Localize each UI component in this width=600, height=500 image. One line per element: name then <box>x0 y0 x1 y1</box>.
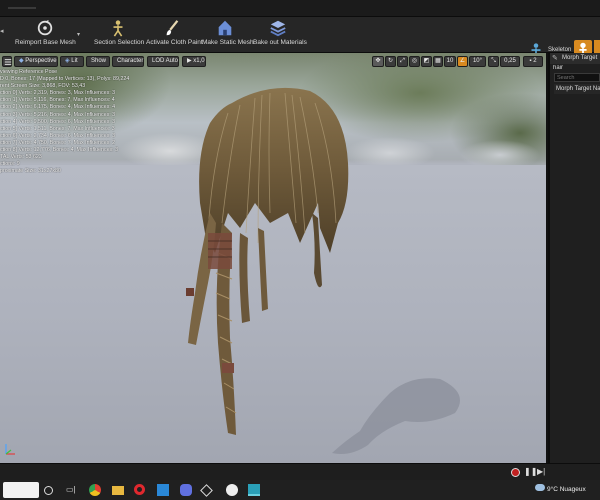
task-view-icon[interactable] <box>44 486 53 495</box>
weather-label[interactable]: 9°C Nuageux <box>547 483 586 497</box>
static-mesh-label: Make Static Mesh <box>202 39 254 46</box>
show-button[interactable]: Show <box>86 56 110 67</box>
lit-button[interactable]: ◈ Lit <box>60 56 84 67</box>
windows-taskbar: ▭| 9°C Nuageux <box>0 480 600 500</box>
viewport-bottom-bar: ❚❚ ▶| <box>0 463 600 480</box>
morph-target-tab[interactable]: ✎ Morph Target <box>550 53 600 64</box>
perspective-icon: ◆ <box>19 58 24 64</box>
stats-line: ction 3] Verts: 5,216, Bones: 4, Max Inf… <box>0 111 116 118</box>
activate-cloth-paint-button[interactable]: Activate Cloth Paint <box>146 19 203 51</box>
playback-speed-label: x1,0 <box>193 58 205 64</box>
show-label: Show <box>91 58 107 64</box>
pause-button[interactable]: ❚❚ <box>524 467 537 476</box>
translate-button[interactable]: ✥ <box>372 56 384 67</box>
opera-icon[interactable] <box>134 484 145 495</box>
viewport-stats-overlay: viewing Reference Pose D 0, Bones: 17 (Ma… <box>0 69 129 175</box>
globe-icon: ◎ <box>411 58 418 64</box>
angle-icon: ∠ <box>459 58 466 64</box>
play-icon: ▶ <box>187 58 192 64</box>
reimport-icon <box>37 19 53 36</box>
morph-target-tab-label: Morph Target <box>562 55 598 61</box>
surface-snap-button[interactable]: ◩ <box>421 56 432 67</box>
perspective-label: Perspective <box>25 58 57 64</box>
perspective-button[interactable]: ◆ Perspective <box>14 56 58 67</box>
bake-out-materials-button[interactable]: Bake out Materials <box>253 19 307 51</box>
grid-icon: ▦ <box>435 58 441 64</box>
discord-icon[interactable] <box>180 484 192 496</box>
camera-speed-button[interactable]: ▪ 2 <box>523 56 543 67</box>
maya-icon[interactable] <box>248 484 260 496</box>
section-selection-label: Section Selection <box>94 39 145 46</box>
weather-icon <box>535 484 545 491</box>
filter-label: hair <box>553 65 564 71</box>
scale-snap-toggle[interactable]: ⤡ <box>488 56 499 67</box>
lit-icon: ◈ <box>65 58 70 64</box>
cloth-paint-label: Activate Cloth Paint <box>146 39 203 46</box>
morph-target-panel: ✎ Morph Target hair Morph Target Nar <box>548 53 600 463</box>
scale-icon: ⤢ <box>400 58 405 64</box>
character-button[interactable]: Character <box>112 56 144 67</box>
lod-label: LOD Auto <box>152 58 179 64</box>
reimport-dropdown-icon[interactable]: ▾ <box>77 31 80 38</box>
taskbar-search-box[interactable] <box>3 482 39 498</box>
stats-line: ction 5] Verts: 1,511, Bones: 7, Max Inf… <box>0 125 115 132</box>
reimport-base-mesh-button[interactable]: Reimport Base Mesh <box>15 19 76 51</box>
bake-materials-label: Bake out Materials <box>253 39 307 46</box>
world-local-button[interactable]: ◎ <box>409 56 420 67</box>
toolbar-left-arrow[interactable]: ◂ <box>0 27 8 41</box>
morph-target-tab-icon: ✎ <box>552 55 558 62</box>
play-forward-button[interactable]: ▶| <box>537 467 545 476</box>
scale-snap-value[interactable]: 0,25 <box>500 56 520 67</box>
chrome-icon[interactable] <box>89 484 101 496</box>
lit-label: Lit <box>71 58 78 64</box>
mesh-viewport[interactable]: ◆ Perspective ◈ Lit Show Character LOD A… <box>0 53 546 463</box>
stats-line: ction 6] Verts: 2,734, Bones: 6, Max Inf… <box>0 132 116 139</box>
stats-line: proximate Size: 31x27x80 <box>0 168 61 175</box>
paint-brush-icon <box>166 20 179 36</box>
morph-target-name-column[interactable]: Morph Target Nar <box>554 84 600 94</box>
rotation-snap-value[interactable]: 10° <box>469 56 486 67</box>
menu-icon <box>4 59 12 65</box>
unreal-engine-icon[interactable] <box>226 484 238 496</box>
layers-icon <box>270 20 286 37</box>
window-title-bar <box>0 0 600 17</box>
rotation-snap-toggle[interactable]: ∠ <box>457 56 468 67</box>
stats-line: ction 4] Verts: 9,500, Bones: 6, Max Inf… <box>0 118 116 125</box>
camera-speed-label: 2 <box>533 58 537 64</box>
morph-search-input[interactable] <box>554 73 600 82</box>
grid-snap-toggle[interactable]: ▦ <box>433 56 443 67</box>
main-toolbar: ◂ Reimport Base Mesh ▾ Section Selection… <box>0 17 600 62</box>
axis-gizmo <box>5 444 15 455</box>
rotate-icon: ↻ <box>387 58 394 64</box>
cube-app-icon[interactable] <box>200 484 213 497</box>
viewport-options-button[interactable] <box>2 56 12 67</box>
title-divider <box>8 7 36 9</box>
record-button[interactable] <box>511 468 520 477</box>
stats-line: ction 7] Verts: 4,750, Bones: 7, Max Inf… <box>0 139 116 146</box>
grid-snap-value[interactable]: 10 <box>444 56 456 67</box>
character-label: Character <box>117 58 144 64</box>
surface-snap-icon: ◩ <box>423 58 430 64</box>
scale-snap-icon: ⤡ <box>491 58 496 64</box>
lod-button[interactable]: LOD Auto <box>147 56 179 67</box>
section-selection-button[interactable]: Section Selection <box>94 19 145 51</box>
scale-button[interactable]: ⤢ <box>397 56 408 67</box>
section-selection-icon <box>113 20 123 37</box>
translate-icon: ✥ <box>375 58 381 64</box>
camera-icon: ▪ <box>529 58 532 64</box>
playback-speed-button[interactable]: ▶ x1,0 <box>182 56 206 67</box>
rotate-button[interactable]: ↻ <box>385 56 396 67</box>
stats-line: ction 2] Verts: 6,175, Bones: 4, Max Inf… <box>0 104 116 111</box>
file-explorer-icon[interactable] <box>112 486 124 495</box>
house-icon <box>218 20 232 36</box>
make-static-mesh-button[interactable]: Make Static Mesh <box>202 19 254 51</box>
widgets-icon[interactable]: ▭| <box>66 485 78 497</box>
reimport-label: Reimport Base Mesh <box>15 39 76 46</box>
photos-icon[interactable] <box>157 484 169 496</box>
